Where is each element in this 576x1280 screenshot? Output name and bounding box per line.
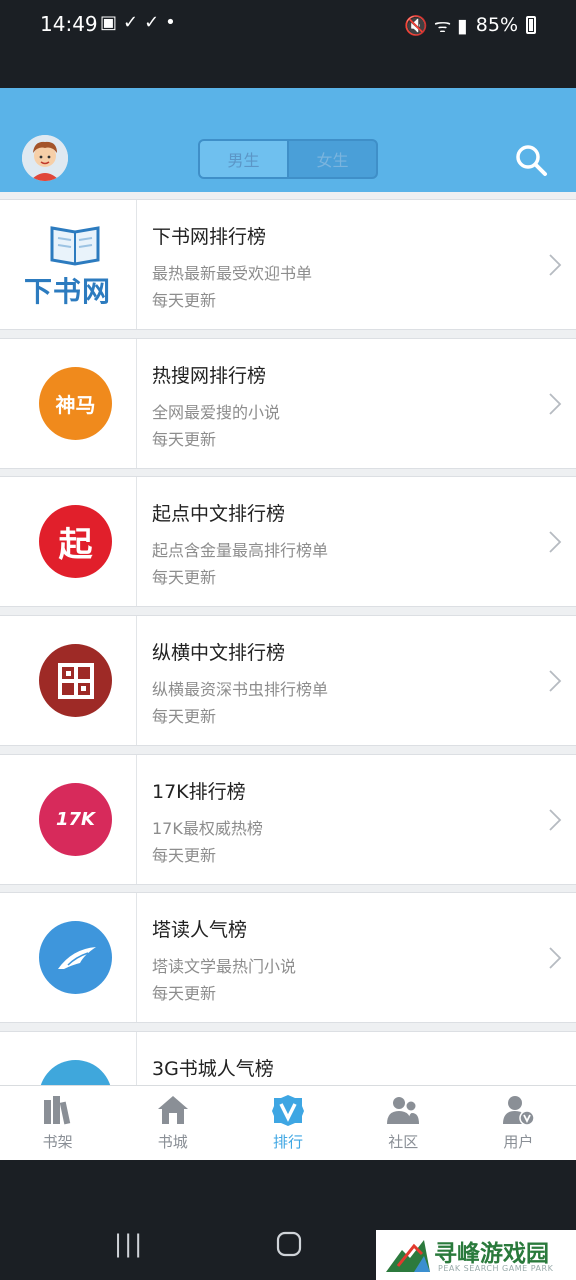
logo-text: 17K <box>56 809 95 830</box>
nav-label: 书架 <box>42 1133 73 1151</box>
bottom-nav: 书架 书城 排行 社区 用户 <box>0 1085 576 1160</box>
home-button-icon[interactable] <box>276 1231 302 1257</box>
home-icon <box>157 1096 188 1124</box>
nav-bookshelf[interactable]: 书架 <box>0 1086 115 1160</box>
chevron-right-icon <box>549 947 562 969</box>
ranking-title: 塔读人气榜 <box>152 919 248 941</box>
ranking-v-icon <box>272 1095 304 1126</box>
nav-ranking[interactable]: 排行 <box>230 1086 345 1160</box>
recents-button[interactable]: ||| <box>114 1230 144 1258</box>
chevron-right-icon <box>549 670 562 692</box>
logo-cell: 神马 <box>0 339 137 468</box>
logo-cell: 17K <box>0 755 137 884</box>
logo-text: 下书网 <box>24 275 112 308</box>
nav-label: 书城 <box>157 1133 188 1151</box>
chevron-right-icon <box>549 254 562 276</box>
nav-label: 用户 <box>503 1133 534 1151</box>
status-bar: 14:49 ▣✓✓• 🔇 ᯤ ▮ 85% <box>0 0 576 88</box>
nav-bookstore[interactable]: 书城 <box>115 1086 230 1160</box>
logo-cell: 下书网 <box>0 200 137 329</box>
ranking-title: 纵横中文排行榜 <box>152 642 286 664</box>
bookshelf-icon <box>43 1096 70 1125</box>
ranking-desc: 全网最爱搜的小说 <box>152 403 281 422</box>
ranking-title: 3G书城人气榜 <box>152 1058 274 1080</box>
gender-toggle: 男生 女生 <box>198 139 378 179</box>
notification-icons: ▣✓✓• <box>100 12 182 33</box>
mountain-logo-icon <box>386 1240 430 1272</box>
logo-cell <box>0 893 137 1022</box>
3g-logo-icon <box>39 1060 112 1085</box>
battery-icon <box>526 16 536 34</box>
logo-cell: 起 <box>0 477 137 606</box>
tadu-logo-icon <box>39 921 112 994</box>
ranking-freq: 每天更新 <box>152 846 217 865</box>
search-button[interactable] <box>514 143 548 177</box>
watermark-subtitle: PEAK SEARCH GAME PARK <box>438 1264 554 1273</box>
list-item[interactable]: 纵横中文排行榜 纵横最资深书虫排行榜单 每天更新 <box>0 615 576 746</box>
ranking-desc: 最热最新最受欢迎书单 <box>152 264 313 283</box>
logo-text: 起 <box>58 525 93 565</box>
status-time: 14:49 <box>40 12 98 36</box>
ranking-desc: 纵横最资深书虫排行榜单 <box>152 680 329 699</box>
logo-text: 神马 <box>55 393 96 417</box>
avatar-icon <box>22 135 68 181</box>
community-icon <box>387 1097 420 1124</box>
17k-logo-icon: 17K <box>39 783 112 856</box>
app-header: 男生 女生 <box>0 88 576 192</box>
watermark: 寻峰游戏园 PEAK SEARCH GAME PARK <box>376 1230 576 1280</box>
status-right: 🔇 ᯤ ▮ 85% <box>404 12 536 38</box>
chevron-right-icon <box>549 531 562 553</box>
logo-cell <box>0 1032 137 1085</box>
shenma-logo-icon: 神马 <box>39 367 112 440</box>
list-item[interactable]: 下书网 下书网排行榜 最热最新最受欢迎书单 每天更新 <box>0 199 576 330</box>
ranking-desc: 起点含金量最高排行榜单 <box>152 541 329 560</box>
ranking-title: 起点中文排行榜 <box>152 503 286 525</box>
ranking-freq: 每天更新 <box>152 568 217 587</box>
tab-female[interactable]: 女生 <box>289 141 376 177</box>
system-status-icons: 🔇 ᯤ ▮ <box>404 15 468 37</box>
ranking-title: 下书网排行榜 <box>152 226 267 248</box>
list-item[interactable]: 17K 17K排行榜 17K最权威热榜 每天更新 <box>0 754 576 885</box>
list-item[interactable]: 3G书城人气榜 <box>0 1031 576 1085</box>
ranking-freq: 每天更新 <box>152 430 217 449</box>
logo-cell <box>0 616 137 745</box>
nav-user[interactable]: 用户 <box>461 1086 576 1160</box>
list-item[interactable]: 塔读人气榜 塔读文学最热门小说 每天更新 <box>0 892 576 1023</box>
tab-male[interactable]: 男生 <box>200 141 289 177</box>
avatar[interactable] <box>22 135 68 181</box>
nav-label: 社区 <box>388 1133 419 1151</box>
ranking-freq: 每天更新 <box>152 984 217 1003</box>
list-item[interactable]: 神马 热搜网排行榜 全网最爱搜的小说 每天更新 <box>0 338 576 469</box>
user-icon <box>503 1096 536 1126</box>
ranking-title: 17K排行榜 <box>152 781 246 803</box>
battery-percent: 85% <box>475 14 518 36</box>
zongheng-logo-icon <box>39 644 112 717</box>
ranking-list: 下书网 下书网排行榜 最热最新最受欢迎书单 每天更新 神马 热搜网排行榜 全网最… <box>0 192 576 1085</box>
ranking-freq: 每天更新 <box>152 707 217 726</box>
ranking-desc: 17K最权威热榜 <box>152 819 263 838</box>
chevron-right-icon <box>549 393 562 415</box>
ranking-desc: 塔读文学最热门小说 <box>152 957 297 976</box>
ranking-freq: 每天更新 <box>152 291 217 310</box>
chevron-right-icon <box>549 809 562 831</box>
watermark-title: 寻峰游戏园 <box>434 1241 549 1267</box>
ranking-title: 热搜网排行榜 <box>152 365 267 387</box>
search-icon <box>516 145 547 176</box>
list-item[interactable]: 起 起点中文排行榜 起点含金量最高排行榜单 每天更新 <box>0 476 576 607</box>
nav-label: 排行 <box>273 1133 304 1151</box>
nav-community[interactable]: 社区 <box>346 1086 461 1160</box>
qidian-logo-icon: 起 <box>39 505 112 578</box>
